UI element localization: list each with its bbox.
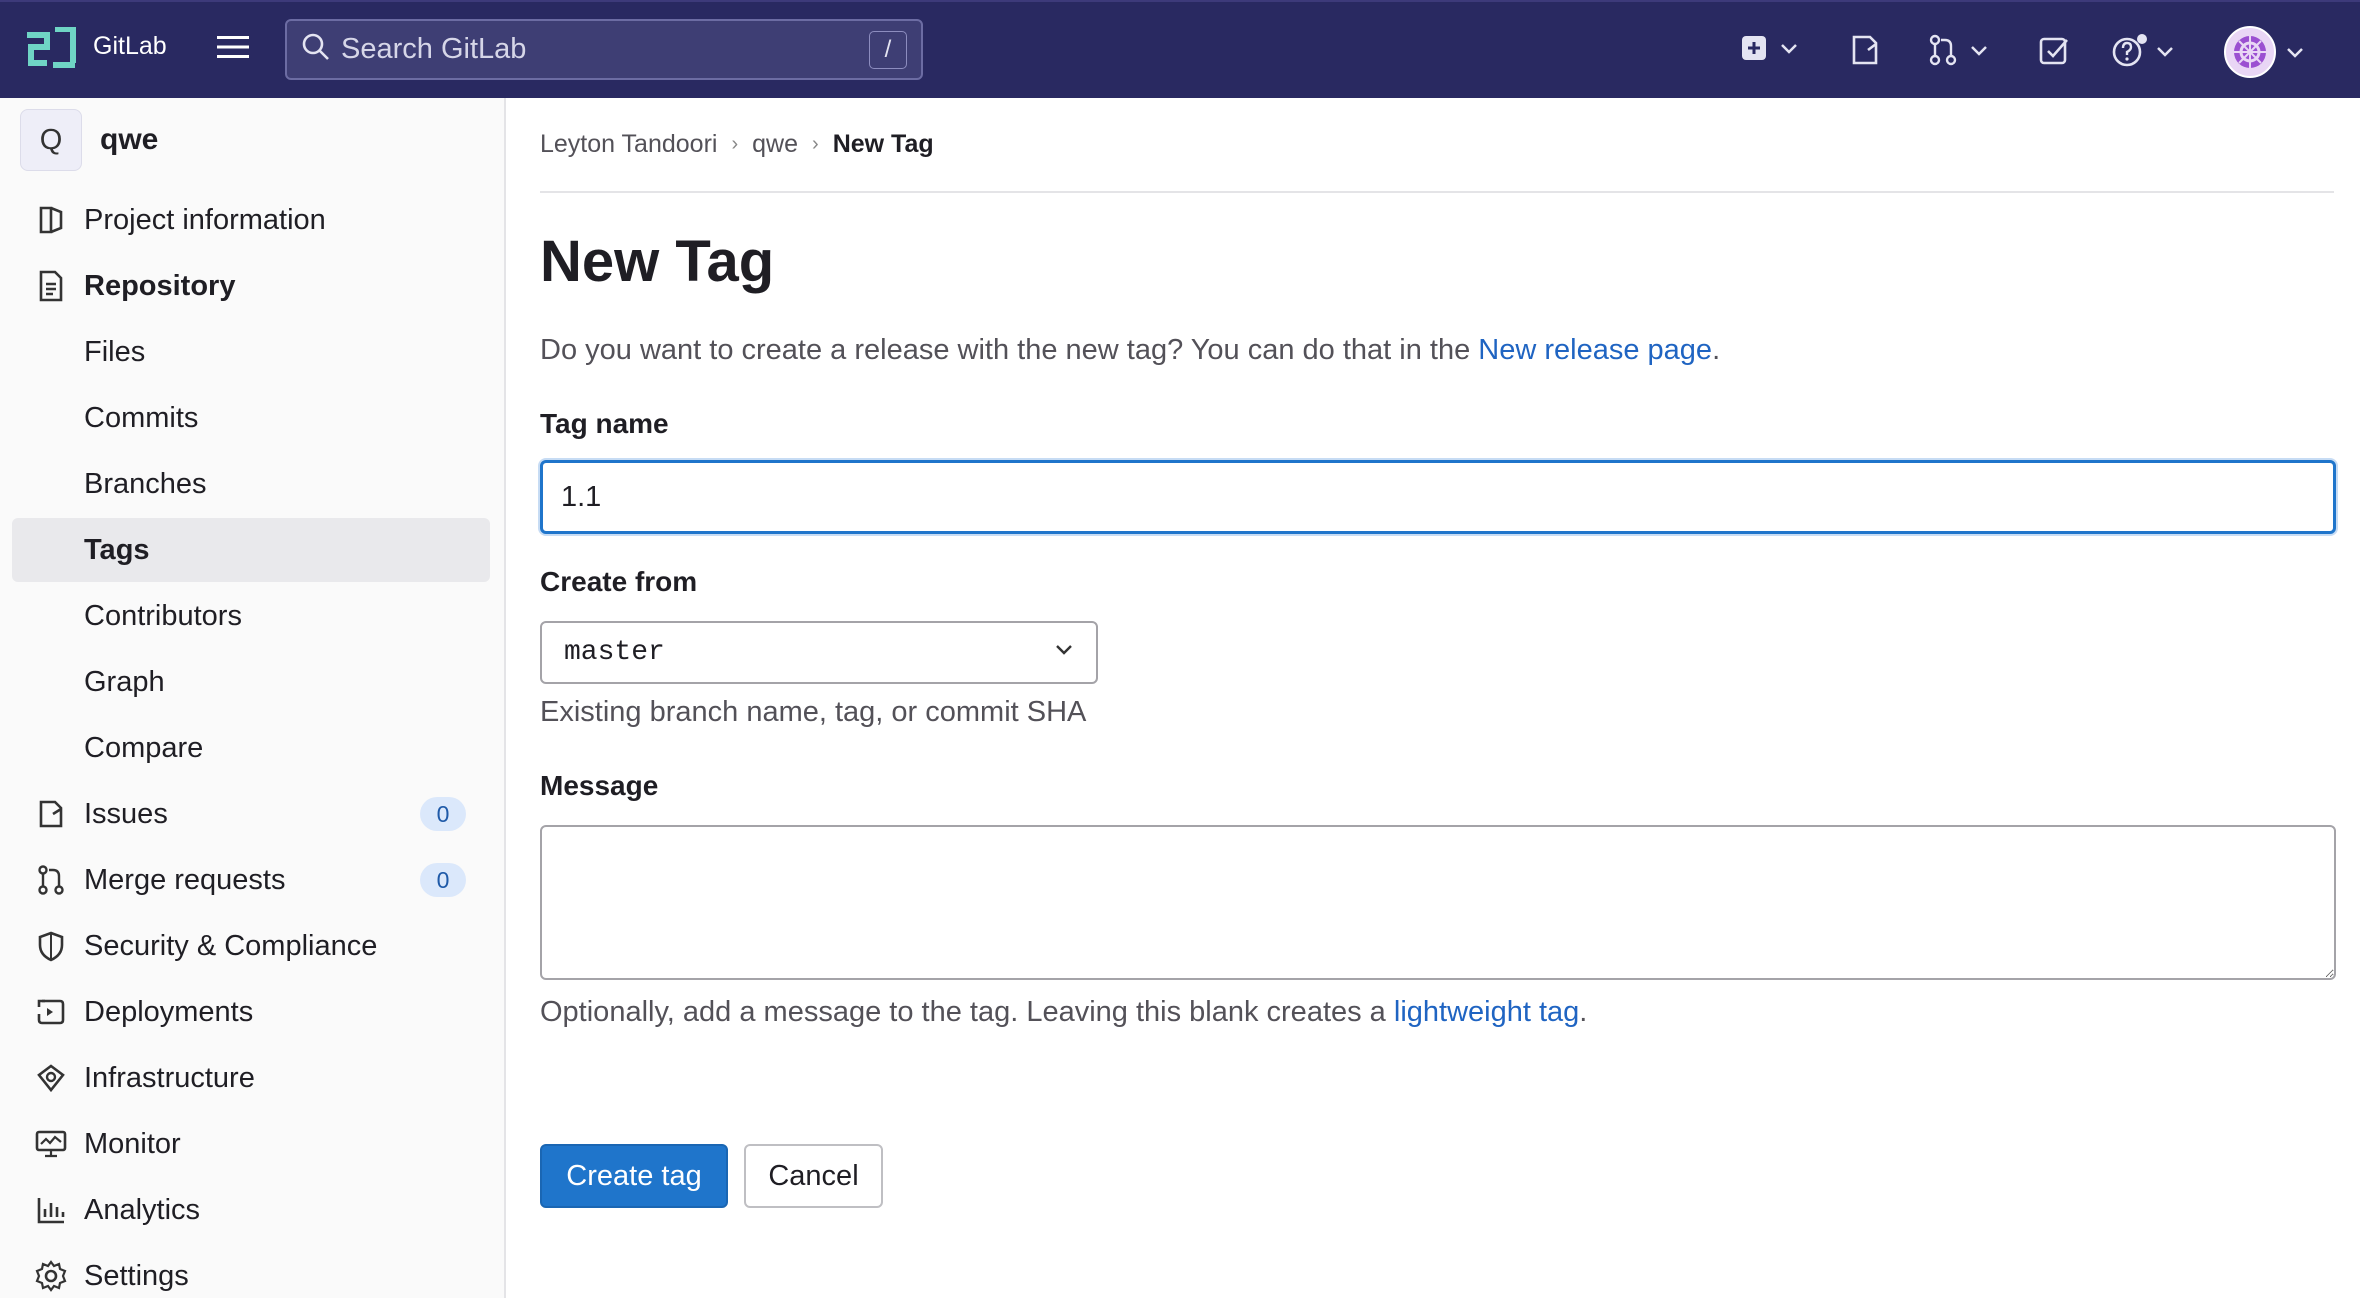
issues-icon	[34, 797, 68, 831]
search-bar[interactable]: Search GitLab /	[285, 19, 923, 80]
message-help: Optionally, add a message to the tag. Le…	[540, 996, 1587, 1029]
sidebar-item-analytics[interactable]: Analytics	[12, 1178, 490, 1242]
brand-name[interactable]: GitLab	[93, 32, 167, 61]
hamburger-menu-icon[interactable]	[216, 34, 250, 60]
sidebar-item-label: Project information	[84, 203, 326, 236]
shield-icon	[34, 929, 68, 963]
sidebar-item-label: Issues	[84, 797, 168, 830]
tag-name-input[interactable]	[540, 460, 2336, 534]
breadcrumb-item-current[interactable]: New Tag	[833, 130, 934, 159]
new-release-page-link[interactable]: New release page	[1478, 334, 1712, 366]
chevron-right-icon: ›	[812, 133, 819, 155]
sidebar-item-monitor[interactable]: Monitor	[12, 1112, 490, 1176]
breadcrumb-item-namespace[interactable]: Leyton Tandoori	[540, 130, 717, 159]
monitor-icon	[34, 1127, 68, 1161]
user-menu[interactable]	[2224, 26, 2304, 83]
sidebar-item-project-information[interactable]: Project information	[12, 188, 490, 252]
sidebar-item-label: Deployments	[84, 995, 254, 1028]
deployments-icon	[34, 995, 68, 1029]
sidebar-item-contributors[interactable]: Contributors	[12, 584, 490, 648]
chevron-down-icon	[2286, 46, 2304, 64]
sidebar-item-label: Contributors	[84, 599, 242, 632]
message-help-end: .	[1579, 996, 1588, 1028]
sidebar-item-label: Compare	[84, 731, 204, 764]
merge-requests-count-badge: 0	[420, 863, 466, 897]
sidebar-item-commits[interactable]: Commits	[12, 386, 490, 450]
breadcrumb-item-project[interactable]: qwe	[752, 130, 798, 159]
repository-icon	[34, 269, 68, 303]
sidebar-item-label: Infrastructure	[84, 1061, 255, 1094]
sidebar-item-label: Settings	[84, 1259, 189, 1292]
sidebar-item-label: Security & Compliance	[84, 929, 378, 962]
sidebar-item-graph[interactable]: Graph	[12, 650, 490, 714]
merge-requests-dropdown[interactable]	[1928, 34, 1988, 71]
analytics-icon	[34, 1193, 68, 1227]
sidebar-item-infrastructure[interactable]: Infrastructure	[12, 1046, 490, 1110]
message-label: Message	[540, 770, 659, 801]
sidebar-item-label: Repository	[84, 269, 236, 302]
sidebar-item-settings[interactable]: Settings	[12, 1244, 490, 1308]
sidebar-item-label: Analytics	[84, 1193, 201, 1226]
lightweight-tag-link[interactable]: lightweight tag	[1394, 996, 1579, 1028]
breadcrumb-divider	[540, 191, 2334, 193]
sidebar-item-label: Tags	[84, 533, 150, 566]
sidebar-item-repository[interactable]: Repository	[12, 254, 490, 318]
sidebar-item-files[interactable]: Files	[12, 320, 490, 384]
chevron-down-icon	[1970, 44, 1988, 62]
sidebar-project-header[interactable]: Q qwe	[20, 109, 158, 171]
infrastructure-icon	[34, 1061, 68, 1095]
page-title: New Tag	[540, 229, 775, 294]
sidebar-item-label: Commits	[84, 401, 199, 434]
message-help-text: Optionally, add a message to the tag. Le…	[540, 996, 1394, 1028]
create-tag-button[interactable]: Create tag	[540, 1144, 728, 1208]
sidebar-item-deployments[interactable]: Deployments	[12, 980, 490, 1044]
sidebar-item-label: Files	[84, 335, 146, 368]
cancel-button[interactable]: Cancel	[744, 1144, 883, 1208]
create-from-value: master	[564, 637, 665, 668]
help-dropdown[interactable]	[2112, 34, 2174, 73]
sidebar-item-compare[interactable]: Compare	[12, 716, 490, 780]
create-from-label: Create from	[540, 566, 698, 597]
search-icon	[301, 32, 331, 67]
avatar	[2224, 26, 2276, 83]
chevron-right-icon: ›	[731, 133, 739, 155]
release-hint: Do you want to create a release with the…	[540, 334, 1720, 367]
search-shortcut-badge: /	[869, 30, 907, 69]
tag-name-label: Tag name	[540, 408, 669, 439]
plus-square-icon	[1740, 34, 1768, 67]
chevron-down-icon	[2156, 45, 2174, 63]
issues-icon[interactable]	[1850, 34, 1880, 66]
project-icon	[34, 203, 68, 237]
new-dropdown[interactable]	[1740, 34, 1798, 67]
message-textarea[interactable]	[540, 825, 2336, 980]
sidebar-item-security-compliance[interactable]: Security & Compliance	[12, 914, 490, 978]
create-from-dropdown[interactable]: master	[540, 621, 1098, 684]
sidebar-item-issues[interactable]: Issues 0	[12, 782, 490, 846]
chevron-down-icon	[1054, 643, 1074, 662]
sidebar-item-branches[interactable]: Branches	[12, 452, 490, 516]
project-name[interactable]: qwe	[100, 123, 158, 157]
project-avatar: Q	[20, 109, 82, 171]
sidebar-item-label: Merge requests	[84, 863, 286, 896]
project-sidebar: Q qwe Project information Repository Fil…	[0, 98, 506, 1298]
sidebar-item-label: Monitor	[84, 1127, 181, 1160]
sidebar-item-tags[interactable]: Tags	[12, 518, 490, 582]
sidebar-item-label: Graph	[84, 665, 165, 698]
release-hint-end: .	[1712, 334, 1721, 366]
gitlab-logo-icon[interactable]	[25, 27, 77, 71]
breadcrumb: Leyton Tandoori › qwe › New Tag	[540, 130, 934, 159]
merge-request-icon	[1928, 34, 1958, 71]
sidebar-item-label: Branches	[84, 467, 207, 500]
release-hint-text: Do you want to create a release with the…	[540, 334, 1479, 366]
settings-icon	[34, 1259, 68, 1293]
chevron-down-icon	[1780, 42, 1798, 60]
merge-request-icon	[34, 863, 68, 897]
top-navigation-bar: GitLab Search GitLab /	[0, 0, 2360, 98]
create-from-help: Existing branch name, tag, or commit SHA	[540, 696, 1087, 728]
help-icon	[2112, 34, 2148, 73]
issues-count-badge: 0	[420, 797, 466, 831]
sidebar-item-merge-requests[interactable]: Merge requests 0	[12, 848, 490, 912]
todo-icon[interactable]	[2038, 34, 2070, 66]
search-input[interactable]: Search GitLab	[341, 33, 869, 66]
